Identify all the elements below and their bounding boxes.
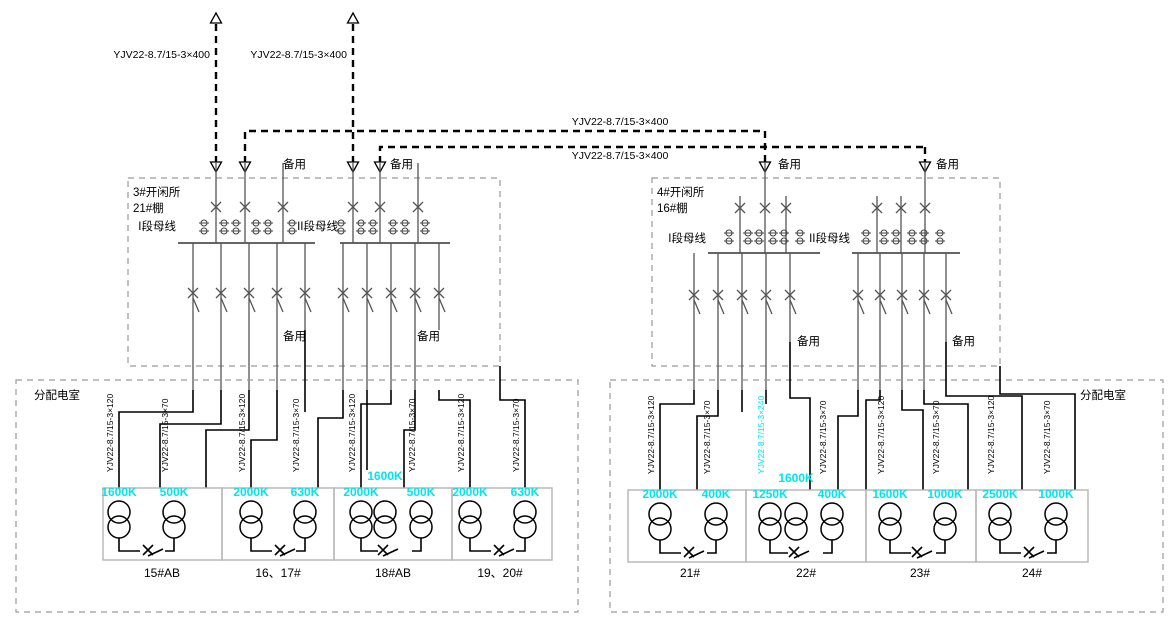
rating-18AB-t1: 2000K [343, 485, 379, 499]
spare-label-left-1: 备用 [283, 157, 306, 171]
right-room-group-24: 24# 2500K 1000K YJV22-8.7/15-3×120 YJV22… [975, 396, 1089, 580]
rating-1617-t1: 2000K [233, 485, 269, 499]
cable-1617-t1: YJV22-8.7/15-3×120 [237, 394, 247, 472]
group-label-24: 24# [1022, 566, 1042, 580]
cable-18AB-t3: YJV22-8.7/15-3×70 [407, 398, 417, 472]
cable-22-t3: YJV22-8.7/15-3×70 [818, 400, 828, 474]
rating-18AB-t2: 1600K [367, 469, 403, 483]
group-label-15AB: 15#AB [144, 566, 180, 580]
station-3-sub: 21#棚 [133, 201, 164, 215]
station-4-outgoing-bus-2: 备用 [852, 253, 975, 390]
right-room-group-21: 21# 2000K 400K YJV22-8.7/15-3×120 YJV22-… [627, 396, 747, 580]
cable-22-t1: YJV22-8.7/15-3×240 [756, 396, 766, 474]
rating-22-t1: 1250K [752, 487, 788, 501]
right-room-group-22: 22# 1250K 1600K 400K YJV22-8.7/15-3×240 … [745, 396, 867, 580]
incoming-feeder-1-label: YJV22-8.7/15-3×400 [113, 49, 210, 61]
station-3-spare-out-2: 备用 [417, 329, 440, 343]
rating-1920-t2: 630K [511, 485, 540, 499]
rating-23-t2: 1000K [927, 487, 963, 501]
cable-24-t1: YJV22-8.7/15-3×120 [986, 396, 996, 474]
rating-18AB-t3: 500K [407, 485, 436, 499]
cable-23-t1: YJV22-8.7/15-3×120 [876, 396, 886, 474]
station-3-ct-cluster-1 [199, 219, 297, 235]
tie-cable-1-label: YJV22-8.7/15-3×400 [572, 116, 669, 128]
station-3-outgoing-bus-2: 备用 [337, 243, 446, 390]
tie-cable-2: YJV22-8.7/15-3×400 [373, 145, 925, 173]
group-label-1617: 16、17# [255, 566, 301, 580]
station-3-outgoing-bus-1: 备用 [187, 243, 312, 390]
cable-23-t2: YJV22-8.7/15-3×70 [931, 400, 941, 474]
group-label-1920: 19、20# [477, 566, 523, 580]
tie-cable-1: YJV22-8.7/15-3×400 [238, 116, 765, 173]
station-4-spare-out-2: 备用 [952, 334, 975, 348]
cable-24-t2: YJV22-8.7/15-3×70 [1042, 400, 1052, 474]
right-room-feeder-routing [659, 342, 1076, 490]
station-4-incomer-group-1 [734, 163, 792, 253]
station-4-boundary [651, 177, 1001, 367]
diagram-canvas: YJV22-8.7/15-3×400 YJV22-8.7/15-3×400 YJ… [0, 0, 1173, 628]
group-label-21: 21# [680, 566, 700, 580]
rating-24-t2: 1000K [1038, 487, 1074, 501]
cable-18AB-t1: YJV22-8.7/15-3×120 [347, 394, 357, 472]
right-room-group-23: 23# 1600K 1000K YJV22-8.7/15-3×120 YJV22… [865, 396, 977, 580]
incoming-feeder-2: YJV22-8.7/15-3×400 [250, 12, 360, 173]
left-room-group-1920: 19、20# 2000K 630K YJV22-8.7/15-3×120 YJV… [451, 394, 553, 580]
station-4-spare-out-1: 备用 [797, 334, 820, 348]
group-label-23: 23# [910, 566, 930, 580]
cable-21-t2: YJV22-8.7/15-3×70 [702, 400, 712, 474]
cable-15AB-t2: YJV22-8.7/15-3×70 [160, 398, 170, 472]
right-distribution-room-label: 分配电室 [1080, 388, 1126, 402]
incoming-feeder-1: YJV22-8.7/15-3×400 [113, 12, 223, 173]
cable-21-t1: YJV22-8.7/15-3×120 [646, 396, 656, 474]
rating-21-t2: 400K [702, 487, 731, 501]
station-4-outgoing-bus-1: 备用 [688, 253, 820, 390]
rating-1617-t2: 630K [291, 485, 320, 499]
station-3-bus-2-label: II段母线 [297, 219, 338, 233]
group-label-18AB: 18#AB [375, 566, 411, 580]
cable-1617-t2: YJV22-8.7/15-3×70 [291, 398, 301, 472]
rating-24-t1: 2500K [982, 487, 1018, 501]
spare-label-right-1: 备用 [778, 157, 801, 171]
rating-15AB-t1: 1600K [101, 485, 137, 499]
rating-22-t2: 1600K [778, 471, 814, 485]
left-room-group-18AB: 18#AB 2000K 1600K 500K YJV22-8.7/15-3×12… [333, 394, 453, 580]
rating-15AB-t2: 500K [160, 485, 189, 499]
station-3-boundary [127, 177, 501, 367]
spare-label-right-2: 备用 [936, 157, 959, 171]
station-4-sub: 16#棚 [657, 201, 688, 215]
station-4-ct-cluster-2 [861, 229, 945, 245]
cable-1920-t1: YJV22-8.7/15-3×120 [456, 394, 466, 472]
station-3-ct-cluster-2 [336, 219, 430, 235]
cable-15AB-t1: YJV22-8.7/15-3×120 [105, 394, 115, 472]
rating-1920-t1: 2000K [452, 485, 488, 499]
cable-1920-t2: YJV22-8.7/15-3×70 [511, 398, 521, 472]
station-3-spare-out-1: 备用 [283, 329, 306, 343]
station-4-name: 4#开闲所 [657, 185, 705, 199]
left-distribution-room-label: 分配电室 [34, 388, 80, 402]
spare-label-left-2: 备用 [390, 157, 413, 171]
incoming-feeder-2-label: YJV22-8.7/15-3×400 [250, 49, 347, 61]
rating-21-t1: 2000K [642, 487, 678, 501]
tie-cable-2-label: YJV22-8.7/15-3×400 [572, 150, 669, 162]
rating-23-t1: 1600K [872, 487, 908, 501]
station-4-bus-1-label: I段母线 [668, 231, 706, 245]
rating-22-t3: 400K [818, 487, 847, 501]
group-label-22: 22# [796, 566, 816, 580]
station-4-bus-2-label: II段母线 [809, 231, 850, 245]
station-3-name: 3#开闲所 [133, 185, 181, 199]
station-3-bus-1-label: I段母线 [138, 219, 176, 233]
